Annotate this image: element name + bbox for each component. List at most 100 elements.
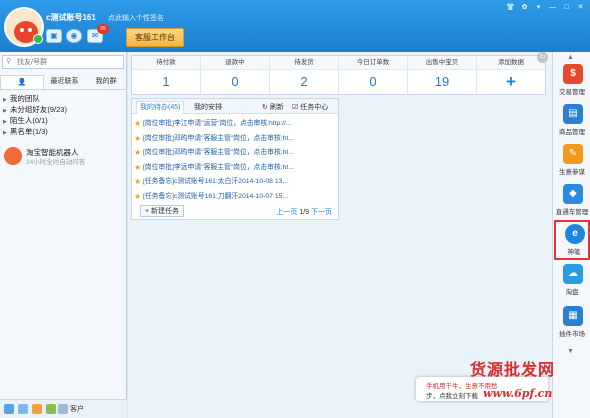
- stat-refunding[interactable]: 退款中 0: [201, 56, 270, 94]
- stat-value: 2: [300, 74, 308, 89]
- stat-value: 0: [369, 74, 377, 89]
- group-label: 陌生人(0/1): [9, 116, 48, 125]
- task-item[interactable]: ★ [岗位审批]邓昀申请"客服主管"岗位，点击审核:ht...: [134, 132, 337, 147]
- app-magic-pen[interactable]: e 神笔: [554, 220, 590, 260]
- product-icon: ▤: [563, 104, 583, 124]
- task-tabs: 我的待办(45) 我的安排 ↻ 刷新 ☑ 任务中心: [132, 99, 338, 114]
- online-status-icon[interactable]: [33, 34, 43, 44]
- stat-pending-payment[interactable]: 待付款 1: [132, 56, 201, 94]
- group-item[interactable]: ▶ 我的团队: [0, 93, 126, 104]
- message-icon[interactable]: [32, 404, 42, 414]
- tab-contacts[interactable]: 👤: [0, 75, 44, 89]
- contact-card-icon[interactable]: ▣: [46, 29, 62, 43]
- minimize-icon[interactable]: —: [547, 3, 558, 13]
- app-label: 交易管理: [559, 89, 585, 96]
- stat-today-orders[interactable]: 今日订单数 0: [339, 56, 408, 94]
- app-express-train[interactable]: ◆ 直通车管理: [554, 182, 590, 222]
- task-item[interactable]: ★ [任务备忘]c测试账号161:太白汗2014-10-08 13...: [134, 175, 337, 190]
- app-cloud-disk[interactable]: ☁ 淘盘: [554, 262, 590, 302]
- stat-value: 0: [231, 74, 239, 89]
- app-trade-management[interactable]: $ 交易管理: [554, 62, 590, 102]
- group-label: 黑名单(1/3): [9, 127, 48, 136]
- menu-icon[interactable]: ▾: [533, 3, 544, 13]
- app-label: 神笔: [567, 249, 581, 256]
- stat-to-ship[interactable]: 待发货 2: [270, 56, 339, 94]
- task-center-button[interactable]: ☑ 任务中心: [292, 102, 328, 112]
- customer-label[interactable]: 客户: [70, 404, 84, 414]
- task-text: [任务备忘]c测试账号161:刀翻汗2014-10-07 15...: [143, 192, 289, 200]
- signature[interactable]: 点此输入个性签名: [108, 13, 164, 23]
- app-icon[interactable]: ✿: [519, 3, 530, 13]
- chat-icon[interactable]: [18, 404, 28, 414]
- checkbox-icon: ☑: [292, 104, 299, 111]
- cloud-icon: ☁: [563, 264, 583, 284]
- avatar-eye: [28, 28, 32, 32]
- add-data-icon[interactable]: +: [477, 70, 545, 94]
- robot-contact[interactable]: 淘宝智能机器人 24小时全时自动问答: [4, 145, 124, 167]
- mail-badge: 99: [97, 24, 109, 34]
- app-business-advisor[interactable]: ✎ 生意参谋: [554, 142, 590, 182]
- task-item[interactable]: ★ [岗位审批]邓昀申请"客服主管"岗位，点击审核:ht...: [134, 146, 337, 161]
- maximize-icon[interactable]: □: [561, 3, 572, 13]
- tab-my-arranged[interactable]: 我的安排: [194, 102, 222, 112]
- next-page-link[interactable]: 下一页: [311, 209, 332, 216]
- app-label: 插件市场: [559, 331, 585, 338]
- robot-desc: 24小时全时自动问答: [26, 159, 86, 166]
- customer-icon[interactable]: [58, 404, 68, 414]
- refresh-button[interactable]: ↻ 刷新: [262, 102, 284, 112]
- tab-my-groups[interactable]: 我的群: [85, 75, 127, 89]
- stat-value: 1: [162, 74, 170, 89]
- person-icon: 👤: [17, 79, 27, 86]
- app-plugin-market[interactable]: ▦ 插件市场: [554, 304, 590, 344]
- close-icon[interactable]: ✕: [575, 3, 586, 13]
- contact-tabs: 👤 最近联系 我的群: [0, 75, 127, 90]
- search-box[interactable]: ⚲: [2, 55, 124, 69]
- stat-add-data[interactable]: 添加数据 +: [477, 56, 545, 94]
- group-item[interactable]: ▶ 黑名单(1/3): [0, 126, 126, 137]
- group-list: ▶ 我的团队 ▶ 未分组好友(9/23) ▶ 陌生人(0/1) ▶ 黑名单(1/3): [0, 93, 126, 137]
- stat-label: 出售中宝贝: [408, 56, 476, 70]
- contacts-panel: ⚲ 👤 最近联系 我的群 ▶我的团队 ▶未分组好友(9/23) ▶陌生人(0/1…: [0, 52, 127, 418]
- pager: 上一页 1/9 下一页: [276, 207, 332, 217]
- group-item[interactable]: ▶ 陌生人(0/1): [0, 115, 126, 126]
- task-text: [岗位审批]李江申请"运营"岗位，点击审核:http://...: [143, 120, 292, 127]
- task-footer: + 新建任务 上一页 1/9 下一页: [132, 202, 338, 220]
- stat-label: 待发货: [270, 56, 338, 70]
- tool-icon[interactable]: [46, 404, 56, 414]
- page-indicator: 1/9: [299, 209, 310, 216]
- search-input[interactable]: [17, 57, 117, 67]
- app-label: 直通车管理: [555, 209, 589, 216]
- task-list: ★ [岗位审批]李江申请"运营"岗位，点击审核:http://... ★ [岗位审批…: [134, 117, 337, 204]
- service-workbench-button[interactable]: 客服工作台: [126, 28, 184, 47]
- star-icon: ★: [134, 148, 142, 157]
- prev-page-link[interactable]: 上一页: [276, 209, 297, 216]
- task-item[interactable]: ★ [岗位审批]李江申请"运营"岗位，点击审核:http://...: [134, 117, 337, 132]
- stat-on-sale[interactable]: 出售中宝贝 19: [408, 56, 477, 94]
- new-task-button[interactable]: + 新建任务: [140, 205, 185, 217]
- expand-arrow-icon: ▶: [3, 108, 7, 114]
- task-item[interactable]: ★ [岗位审批]李远申请"客服主管"岗位，点击审核:ht...: [134, 161, 337, 176]
- star-icon: ★: [134, 133, 142, 143]
- app-product-management[interactable]: ▤ 商品管理: [554, 102, 590, 142]
- app-label: 商品管理: [559, 129, 585, 136]
- magic-pen-icon: e: [565, 224, 585, 244]
- scroll-up-icon[interactable]: ▲: [567, 54, 574, 61]
- group-item[interactable]: ▶ 未分组好友(9/23): [0, 104, 126, 115]
- advisor-icon: ✎: [563, 144, 583, 164]
- refresh-stats-icon[interactable]: ↻: [537, 52, 548, 63]
- menu-icon[interactable]: [4, 404, 14, 414]
- tab-my-todo[interactable]: 我的待办(45): [136, 101, 185, 114]
- tab-recent[interactable]: 最近联系: [44, 75, 86, 89]
- task-text: [任务备忘]c测试账号161:太白汗2014-10-08 13...: [143, 178, 289, 185]
- refresh-label: 刷新: [269, 104, 284, 111]
- scroll-down-icon[interactable]: ▼: [567, 348, 574, 355]
- watermark-url: www.6pf.cn: [483, 387, 553, 400]
- expand-arrow-icon: ▶: [3, 97, 7, 103]
- stats-bar: 待付款 1 退款中 0 待发货 2 今日订单数 0 出售中宝贝 19 添加数据 +: [131, 55, 546, 95]
- workbench-icon[interactable]: ◉: [66, 29, 82, 43]
- task-text: [岗位审批]邓昀申请"客服主管"岗位，点击审核:ht...: [143, 134, 294, 142]
- skin-icon[interactable]: 👕: [505, 3, 516, 13]
- task-text: [岗位审批]邓昀申请"客服主管"岗位，点击审核:ht...: [143, 149, 294, 156]
- app-label: 淘盘: [565, 289, 579, 296]
- task-text: [岗位审批]李远申请"客服主管"岗位，点击审核:ht...: [143, 163, 294, 171]
